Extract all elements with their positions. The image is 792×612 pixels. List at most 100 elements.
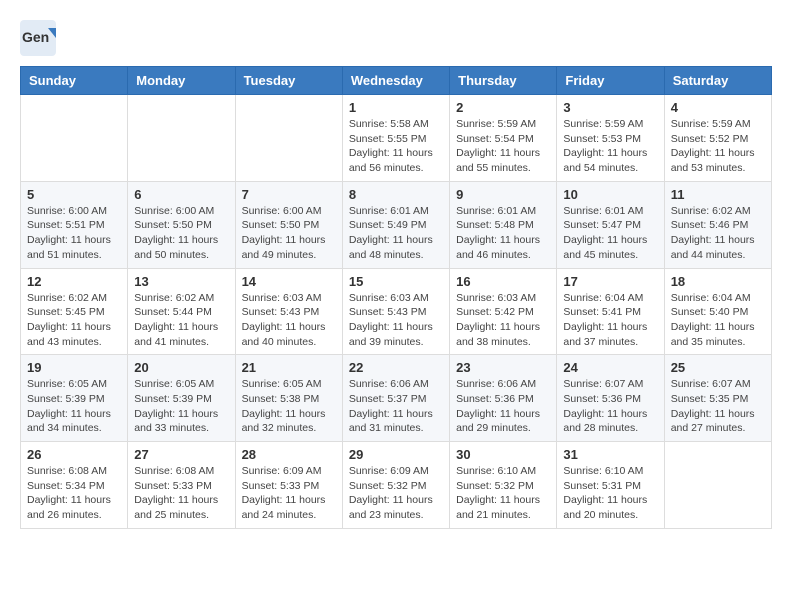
calendar-cell [21,95,128,182]
calendar-cell: 17 Sunrise: 6:04 AM Sunset: 5:41 PM Dayli… [557,268,664,355]
day-number: 26 [27,447,121,462]
day-info: Sunrise: 6:05 AM Sunset: 5:39 PM Dayligh… [27,377,121,436]
day-info: Sunrise: 6:07 AM Sunset: 5:35 PM Dayligh… [671,377,765,436]
day-info: Sunrise: 6:03 AM Sunset: 5:43 PM Dayligh… [242,291,336,350]
day-info: Sunrise: 6:02 AM Sunset: 5:46 PM Dayligh… [671,204,765,263]
calendar-cell [235,95,342,182]
calendar-cell: 8Sunrise: 6:01 AM Sunset: 5:49 PM Daylig… [342,181,449,268]
calendar-cell: 14 Sunrise: 6:03 AM Sunset: 5:43 PM Dayli… [235,268,342,355]
calendar-cell: 5 Sunrise: 6:00 AM Sunset: 5:51 PM Daylig… [21,181,128,268]
day-number: 21 [242,360,336,375]
day-info: Sunrise: 6:01 AM Sunset: 5:48 PM Dayligh… [456,204,550,263]
day-info: Sunrise: 6:09 AM Sunset: 5:32 PM Dayligh… [349,464,443,523]
calendar-cell: 23 Sunrise: 6:06 AM Sunset: 5:36 PM Dayli… [450,355,557,442]
day-number: 7 [242,187,336,202]
day-number: 24 [563,360,657,375]
calendar-cell: 2Sunrise: 5:59 AM Sunset: 5:54 PM Daylig… [450,95,557,182]
calendar-header-row: SundayMondayTuesdayWednesdayThursdayFrid… [21,67,772,95]
day-info: Sunrise: 6:00 AM Sunset: 5:51 PM Dayligh… [27,204,121,263]
day-number: 30 [456,447,550,462]
day-number: 31 [563,447,657,462]
logo: Gen [20,20,60,56]
calendar-cell: 25 Sunrise: 6:07 AM Sunset: 5:35 PM Dayli… [664,355,771,442]
day-info: Sunrise: 6:03 AM Sunset: 5:43 PM Dayligh… [349,291,443,350]
calendar-cell: 12 Sunrise: 6:02 AM Sunset: 5:45 PM Dayli… [21,268,128,355]
day-number: 25 [671,360,765,375]
calendar-cell: 21 Sunrise: 6:05 AM Sunset: 5:38 PM Dayli… [235,355,342,442]
calendar-cell: 27 Sunrise: 6:08 AM Sunset: 5:33 PM Dayli… [128,442,235,529]
calendar-cell: 30Sunrise: 6:10 AM Sunset: 5:32 PM Dayli… [450,442,557,529]
day-number: 5 [27,187,121,202]
calendar-table: SundayMondayTuesdayWednesdayThursdayFrid… [20,66,772,529]
day-info: Sunrise: 6:05 AM Sunset: 5:38 PM Dayligh… [242,377,336,436]
day-info: Sunrise: 6:04 AM Sunset: 5:40 PM Dayligh… [671,291,765,350]
logo-icon: Gen [20,20,56,56]
calendar-cell: 11Sunrise: 6:02 AM Sunset: 5:46 PM Dayli… [664,181,771,268]
page-header: Gen [20,20,772,56]
day-number: 15 [349,274,443,289]
calendar-week-2: 5 Sunrise: 6:00 AM Sunset: 5:51 PM Daylig… [21,181,772,268]
day-number: 10 [563,187,657,202]
calendar-cell: 18 Sunrise: 6:04 AM Sunset: 5:40 PM Dayli… [664,268,771,355]
calendar-cell: 7Sunrise: 6:00 AM Sunset: 5:50 PM Daylig… [235,181,342,268]
day-number: 23 [456,360,550,375]
day-info: Sunrise: 6:04 AM Sunset: 5:41 PM Dayligh… [563,291,657,350]
column-header-friday: Friday [557,67,664,95]
day-number: 20 [134,360,228,375]
day-info: Sunrise: 6:05 AM Sunset: 5:39 PM Dayligh… [134,377,228,436]
day-number: 3 [563,100,657,115]
calendar-cell: 1Sunrise: 5:58 AM Sunset: 5:55 PM Daylig… [342,95,449,182]
calendar-week-3: 12 Sunrise: 6:02 AM Sunset: 5:45 PM Dayli… [21,268,772,355]
day-number: 29 [349,447,443,462]
day-number: 22 [349,360,443,375]
column-header-thursday: Thursday [450,67,557,95]
day-number: 27 [134,447,228,462]
day-number: 8 [349,187,443,202]
calendar-cell: 6 Sunrise: 6:00 AM Sunset: 5:50 PM Daylig… [128,181,235,268]
calendar-cell: 22 Sunrise: 6:06 AM Sunset: 5:37 PM Dayli… [342,355,449,442]
day-info: Sunrise: 6:02 AM Sunset: 5:44 PM Dayligh… [134,291,228,350]
calendar-week-4: 19Sunrise: 6:05 AM Sunset: 5:39 PM Dayli… [21,355,772,442]
calendar-cell: 10Sunrise: 6:01 AM Sunset: 5:47 PM Dayli… [557,181,664,268]
day-info: Sunrise: 6:09 AM Sunset: 5:33 PM Dayligh… [242,464,336,523]
calendar-cell: 24 Sunrise: 6:07 AM Sunset: 5:36 PM Dayli… [557,355,664,442]
calendar-week-5: 26 Sunrise: 6:08 AM Sunset: 5:34 PM Dayli… [21,442,772,529]
calendar-cell: 29 Sunrise: 6:09 AM Sunset: 5:32 PM Dayli… [342,442,449,529]
day-info: Sunrise: 6:08 AM Sunset: 5:33 PM Dayligh… [134,464,228,523]
calendar-cell: 9 Sunrise: 6:01 AM Sunset: 5:48 PM Daylig… [450,181,557,268]
calendar-cell [128,95,235,182]
day-number: 4 [671,100,765,115]
column-header-wednesday: Wednesday [342,67,449,95]
day-info: Sunrise: 6:06 AM Sunset: 5:37 PM Dayligh… [349,377,443,436]
day-info: Sunrise: 6:00 AM Sunset: 5:50 PM Dayligh… [134,204,228,263]
calendar-cell: 28 Sunrise: 6:09 AM Sunset: 5:33 PM Dayli… [235,442,342,529]
day-number: 1 [349,100,443,115]
calendar-cell: 31 Sunrise: 6:10 AM Sunset: 5:31 PM Dayli… [557,442,664,529]
column-header-saturday: Saturday [664,67,771,95]
day-info: Sunrise: 6:06 AM Sunset: 5:36 PM Dayligh… [456,377,550,436]
calendar-cell: 20 Sunrise: 6:05 AM Sunset: 5:39 PM Dayli… [128,355,235,442]
day-number: 14 [242,274,336,289]
day-info: Sunrise: 6:02 AM Sunset: 5:45 PM Dayligh… [27,291,121,350]
day-number: 13 [134,274,228,289]
day-number: 6 [134,187,228,202]
day-info: Sunrise: 5:59 AM Sunset: 5:53 PM Dayligh… [563,117,657,176]
calendar-cell: 4Sunrise: 5:59 AM Sunset: 5:52 PM Daylig… [664,95,771,182]
column-header-sunday: Sunday [21,67,128,95]
day-info: Sunrise: 6:07 AM Sunset: 5:36 PM Dayligh… [563,377,657,436]
column-header-tuesday: Tuesday [235,67,342,95]
day-number: 2 [456,100,550,115]
day-number: 28 [242,447,336,462]
day-number: 17 [563,274,657,289]
day-number: 16 [456,274,550,289]
day-info: Sunrise: 6:10 AM Sunset: 5:31 PM Dayligh… [563,464,657,523]
day-info: Sunrise: 6:08 AM Sunset: 5:34 PM Dayligh… [27,464,121,523]
calendar-week-1: 1Sunrise: 5:58 AM Sunset: 5:55 PM Daylig… [21,95,772,182]
day-number: 18 [671,274,765,289]
calendar-cell: 19Sunrise: 6:05 AM Sunset: 5:39 PM Dayli… [21,355,128,442]
calendar-cell: 16Sunrise: 6:03 AM Sunset: 5:42 PM Dayli… [450,268,557,355]
calendar-cell: 15 Sunrise: 6:03 AM Sunset: 5:43 PM Dayli… [342,268,449,355]
day-number: 12 [27,274,121,289]
day-number: 9 [456,187,550,202]
calendar-cell: 26 Sunrise: 6:08 AM Sunset: 5:34 PM Dayli… [21,442,128,529]
